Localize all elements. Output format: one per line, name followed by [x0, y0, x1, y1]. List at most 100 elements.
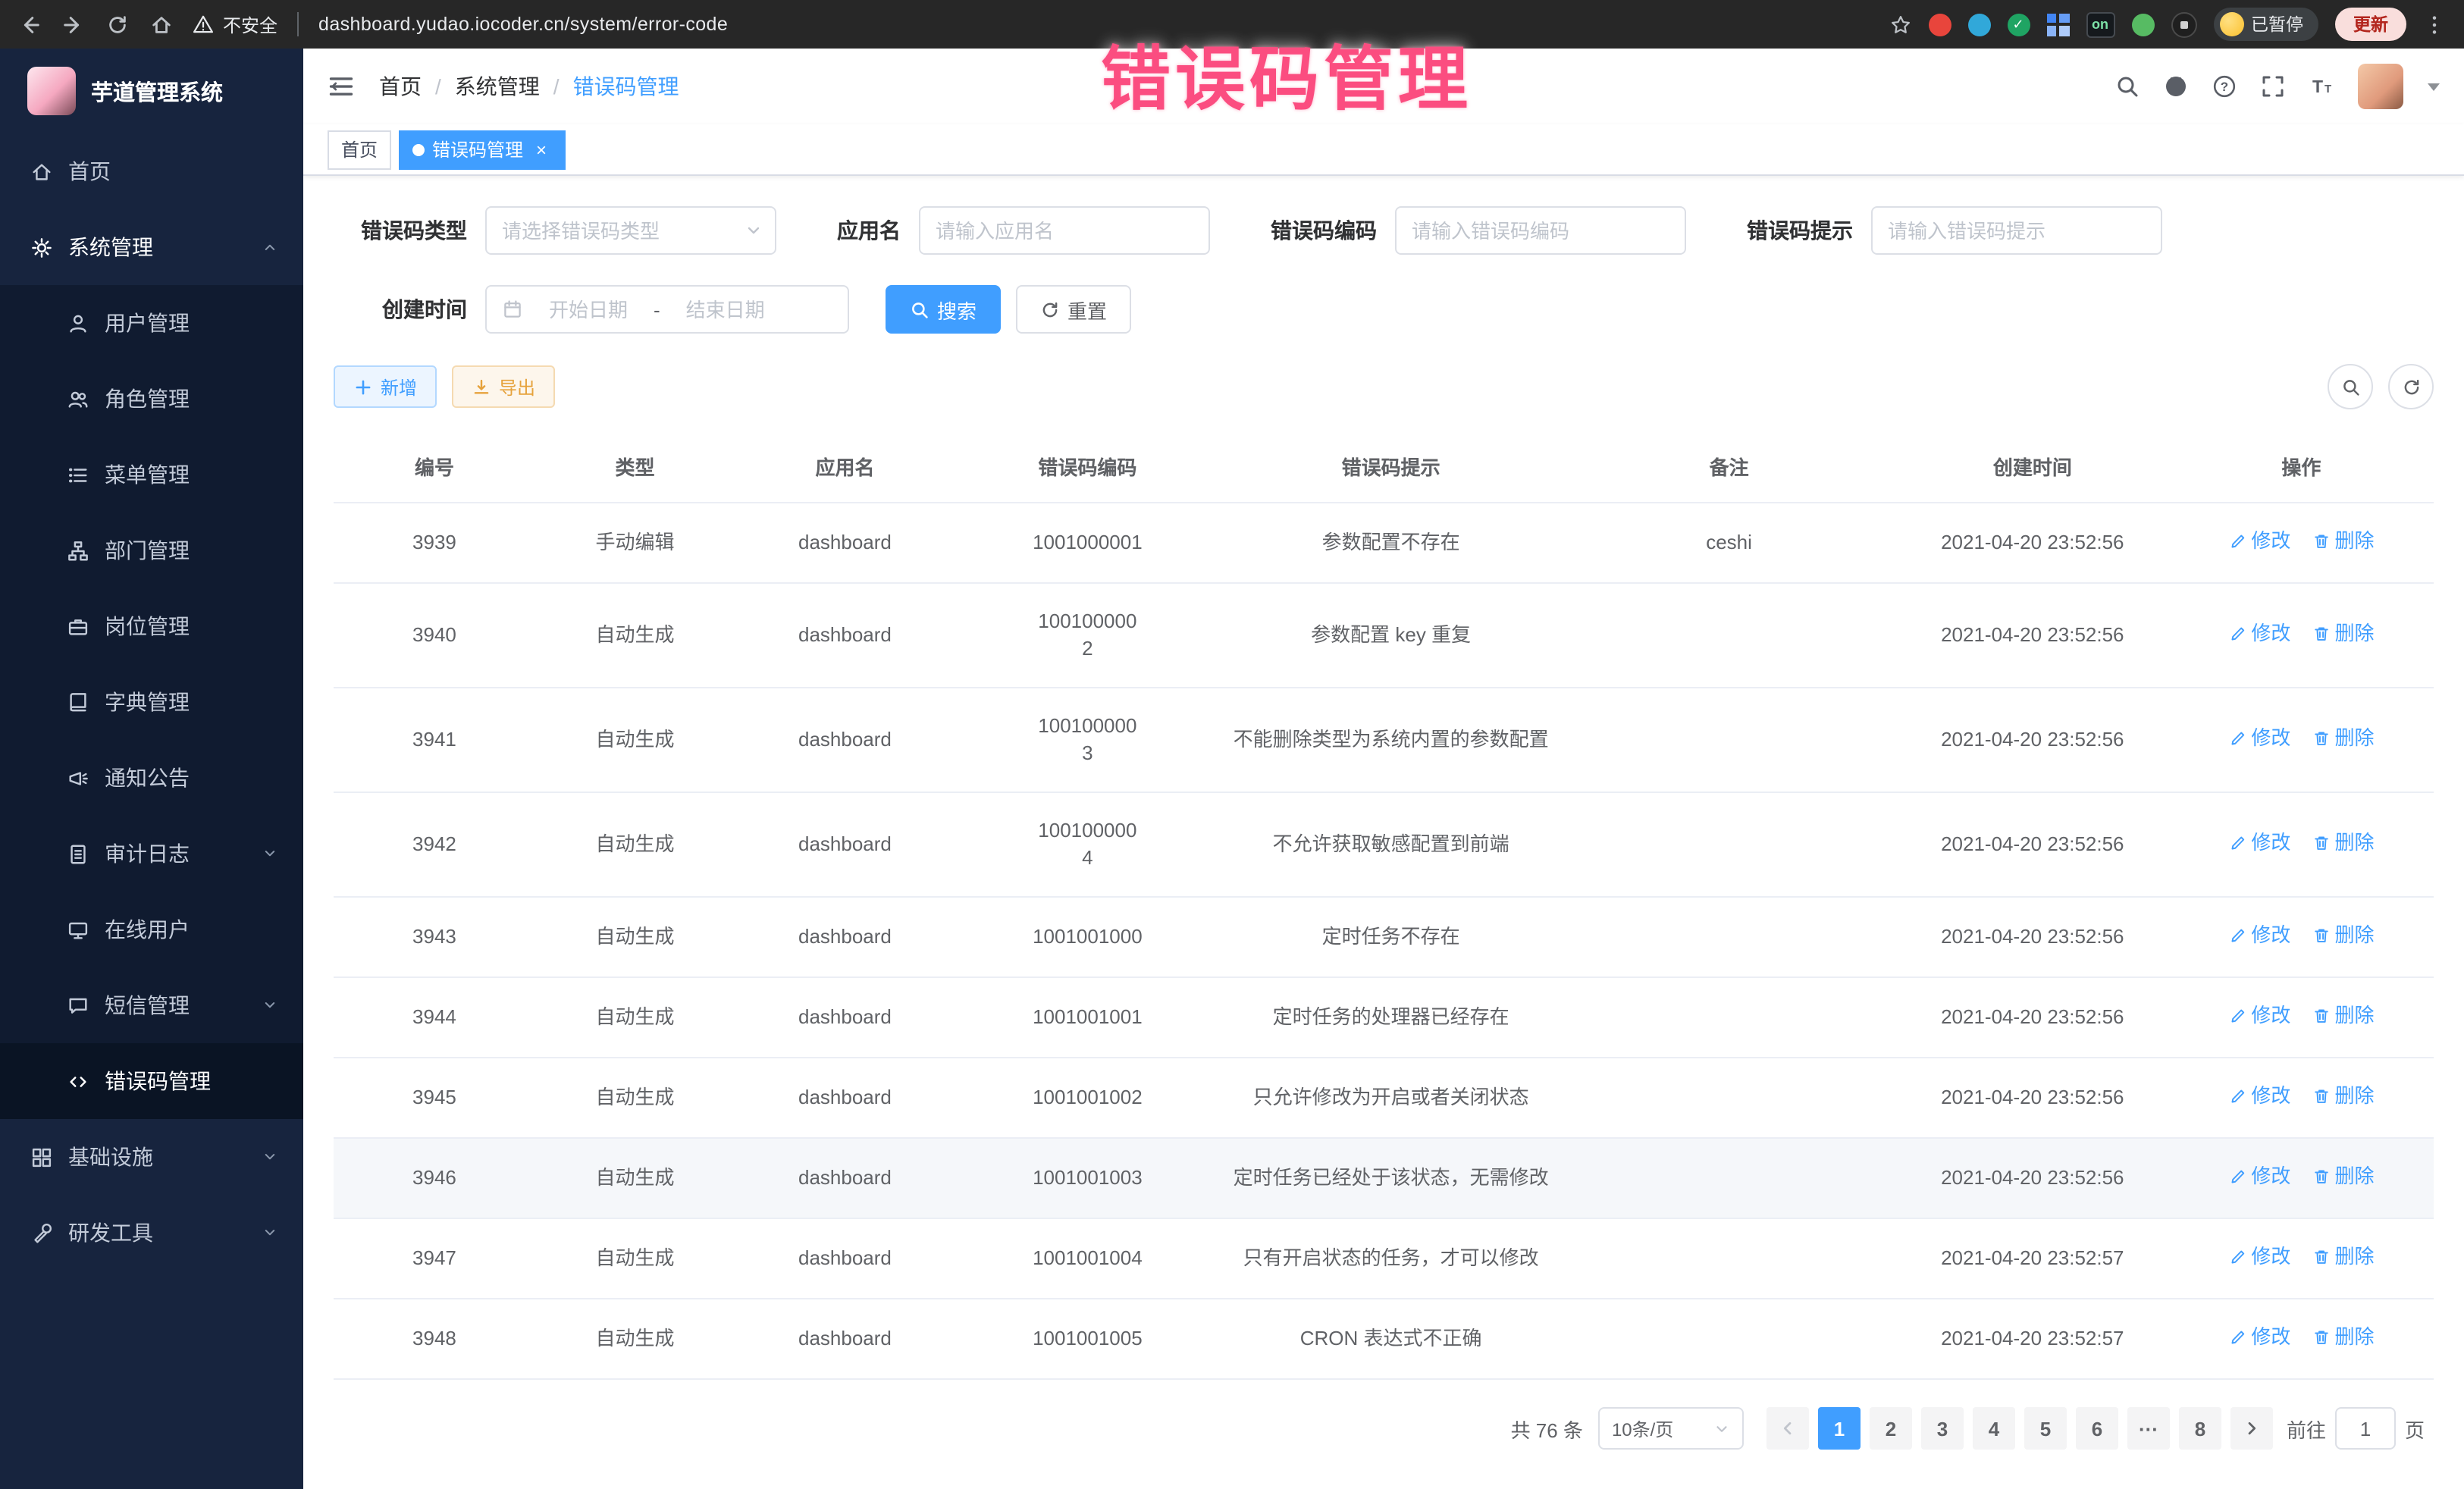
close-tab-icon[interactable]: × — [531, 139, 552, 160]
delete-link[interactable]: 删除 — [2312, 620, 2374, 647]
delete-link[interactable]: 删除 — [2312, 725, 2374, 752]
breadcrumb-system[interactable]: 系统管理 — [455, 71, 540, 102]
page-button-8[interactable]: 8 — [2179, 1407, 2221, 1450]
sidebar-item-audit-log[interactable]: 审计日志 — [0, 816, 303, 892]
edit-link[interactable]: 修改 — [2228, 1324, 2290, 1351]
cell-type: 自动生成 — [535, 583, 735, 688]
back-icon[interactable] — [18, 13, 41, 36]
show-search-button[interactable] — [2328, 364, 2373, 409]
delete-link[interactable]: 删除 — [2312, 1163, 2374, 1190]
page-button-1[interactable]: 1 — [1818, 1407, 1861, 1450]
tab-error-code[interactable]: 错误码管理 × — [399, 130, 566, 169]
sidebar-item-notice[interactable]: 通知公告 — [0, 740, 303, 816]
edit-link[interactable]: 修改 — [2228, 1002, 2290, 1030]
table-row: 3939手动编辑dashboard1001000001参数配置不存在ceshi2… — [334, 503, 2434, 583]
page-button-4[interactable]: 4 — [1973, 1407, 2015, 1450]
app-name-field[interactable] — [919, 206, 1210, 255]
sidebar-item-posts[interactable]: 岗位管理 — [0, 588, 303, 664]
prev-page-button[interactable] — [1766, 1407, 1809, 1450]
edit-link[interactable]: 修改 — [2228, 829, 2290, 857]
search-icon[interactable] — [2115, 74, 2140, 99]
edit-link[interactable]: 修改 — [2228, 620, 2290, 647]
cell-actions: 修改删除 — [2169, 897, 2434, 977]
goto-page-input[interactable] — [2335, 1407, 2396, 1450]
sidebar-item-system[interactable]: 系统管理 — [0, 209, 303, 285]
app-name-input[interactable] — [936, 219, 1193, 242]
url-text[interactable]: dashboard.yudao.iocoder.cn/system/error-… — [318, 14, 1869, 35]
help-icon[interactable]: ? — [2212, 74, 2237, 99]
extension-icon-grid[interactable] — [2046, 13, 2069, 36]
sidebar-item-dict[interactable]: 字典管理 — [0, 664, 303, 740]
sidebar-toggle-icon[interactable] — [328, 73, 355, 100]
extension-icon-on-badge[interactable]: on — [2086, 11, 2114, 37]
chevron-down-icon[interactable] — [2428, 83, 2440, 90]
error-type-input[interactable] — [502, 219, 735, 242]
forward-icon[interactable] — [62, 13, 85, 36]
edit-link[interactable]: 修改 — [2228, 528, 2290, 555]
reset-button[interactable]: 重置 — [1016, 285, 1131, 334]
page-button-5[interactable]: 5 — [2024, 1407, 2067, 1450]
delete-link[interactable]: 删除 — [2312, 922, 2374, 949]
error-type-select[interactable] — [485, 206, 776, 255]
more-pages-button[interactable]: ··· — [2127, 1407, 2170, 1450]
sidebar-item-roles[interactable]: 角色管理 — [0, 361, 303, 437]
edit-link[interactable]: 修改 — [2228, 1163, 2290, 1190]
delete-link[interactable]: 删除 — [2312, 1083, 2374, 1110]
edit-link[interactable]: 修改 — [2228, 1243, 2290, 1271]
reload-icon[interactable] — [106, 13, 129, 36]
error-code-field[interactable] — [1395, 206, 1686, 255]
github-icon[interactable] — [2164, 74, 2188, 99]
edit-link[interactable]: 修改 — [2228, 1083, 2290, 1110]
error-msg-field[interactable] — [1871, 206, 2162, 255]
profile-chip[interactable]: 已暂停 — [2213, 8, 2318, 41]
delete-link[interactable]: 删除 — [2312, 829, 2374, 857]
logo[interactable]: 芋道管理系统 — [0, 49, 303, 133]
kebab-menu-icon[interactable] — [2423, 13, 2446, 36]
end-date-input[interactable] — [669, 298, 782, 321]
page-button-2[interactable]: 2 — [1870, 1407, 1912, 1450]
sidebar-item-online-users[interactable]: 在线用户 — [0, 892, 303, 967]
page-button-3[interactable]: 3 — [1921, 1407, 1964, 1450]
refresh-button[interactable] — [2388, 364, 2434, 409]
next-page-button[interactable] — [2230, 1407, 2273, 1450]
extension-icon-red[interactable] — [1928, 13, 1951, 36]
delete-link[interactable]: 删除 — [2312, 528, 2374, 555]
error-msg-input[interactable] — [1888, 219, 2146, 242]
sidebar-item-depts[interactable]: 部门管理 — [0, 513, 303, 588]
svg-text:?: ? — [2221, 80, 2228, 94]
sidebar-item-users[interactable]: 用户管理 — [0, 285, 303, 361]
sidebar-item-home[interactable]: 首页 — [0, 133, 303, 209]
export-button[interactable]: 导出 — [452, 365, 555, 408]
font-size-icon[interactable]: TT — [2309, 74, 2334, 99]
bookmark-star-icon[interactable] — [1889, 13, 1911, 36]
extension-icon-leaf[interactable] — [2131, 13, 2154, 36]
extension-icon-green-check[interactable] — [2007, 13, 2030, 36]
edit-link[interactable]: 修改 — [2228, 922, 2290, 949]
home-icon[interactable] — [150, 13, 173, 36]
fullscreen-icon[interactable] — [2261, 74, 2285, 99]
user-avatar[interactable] — [2358, 64, 2403, 109]
delete-link[interactable]: 删除 — [2312, 1002, 2374, 1030]
date-range-picker[interactable]: - — [485, 285, 849, 334]
search-button[interactable]: 搜索 — [886, 285, 1001, 334]
error-code-input[interactable] — [1412, 219, 1669, 242]
edit-link[interactable]: 修改 — [2228, 725, 2290, 752]
page-button-6[interactable]: 6 — [2076, 1407, 2118, 1450]
sidebar-item-label: 基础设施 — [68, 1142, 246, 1172]
breadcrumb-home[interactable]: 首页 — [379, 71, 422, 102]
sidebar-item-infrastructure[interactable]: 基础设施 — [0, 1119, 303, 1195]
security-indicator[interactable]: 不安全 — [193, 11, 277, 37]
delete-link[interactable]: 删除 — [2312, 1243, 2374, 1271]
update-button[interactable]: 更新 — [2335, 8, 2406, 41]
sidebar-item-error-code[interactable]: 错误码管理 — [0, 1043, 303, 1119]
add-button[interactable]: 新增 — [334, 365, 437, 408]
sidebar-item-dev-tools[interactable]: 研发工具 — [0, 1195, 303, 1271]
extension-icon-pin[interactable] — [2171, 11, 2196, 37]
start-date-input[interactable] — [532, 298, 644, 321]
page-size-select[interactable]: 10条/页 — [1598, 1407, 1744, 1450]
delete-link[interactable]: 删除 — [2312, 1324, 2374, 1351]
tab-home[interactable]: 首页 — [328, 130, 391, 169]
sidebar-item-sms[interactable]: 短信管理 — [0, 967, 303, 1043]
sidebar-item-menus[interactable]: 菜单管理 — [0, 437, 303, 513]
extension-icon-teal[interactable] — [1967, 13, 1990, 36]
